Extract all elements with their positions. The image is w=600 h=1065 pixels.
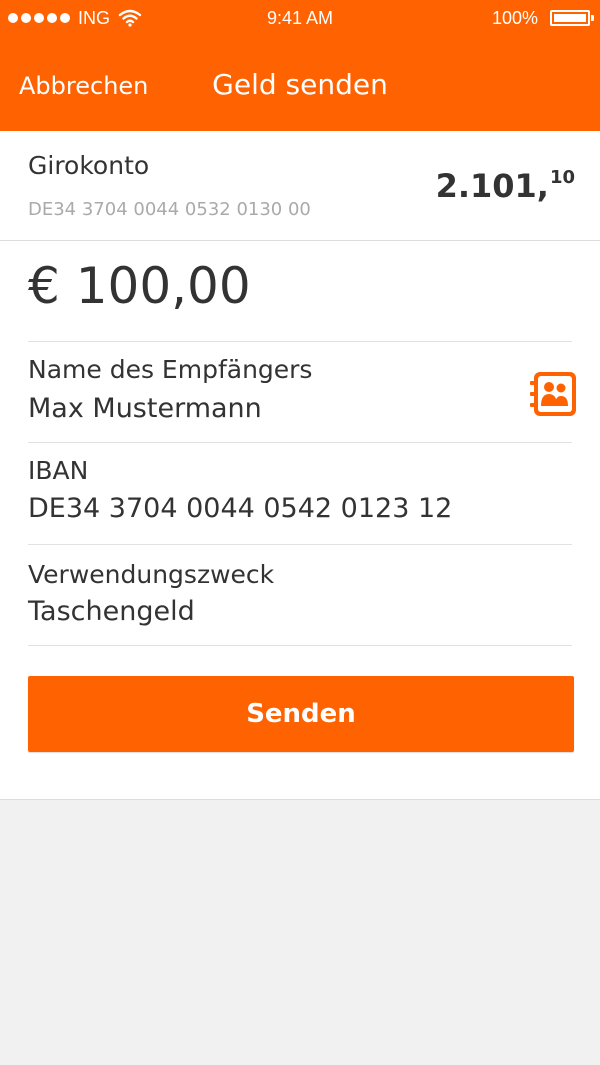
battery-percentage: 100% bbox=[491, 7, 538, 28]
navigation-bar: Abbrechen Geld senden bbox=[0, 60, 600, 114]
send-button[interactable]: Senden bbox=[28, 676, 574, 752]
divider bbox=[28, 341, 572, 342]
recipient-label: Name des Empfängers bbox=[28, 355, 313, 384]
transfer-form: Girokonto DE34 3704 0044 0532 0130 00 2.… bbox=[0, 131, 600, 800]
account-balance: 2.101,10 bbox=[436, 167, 575, 205]
battery-icon bbox=[550, 10, 594, 26]
iban-field[interactable]: DE34 3704 0044 0542 0123 12 bbox=[28, 493, 452, 524]
divider bbox=[28, 544, 572, 545]
balance-main: 2.101, bbox=[435, 167, 549, 205]
purpose-label: Verwendungszweck bbox=[28, 560, 275, 589]
purpose-field[interactable]: Taschengeld bbox=[28, 596, 195, 627]
divider bbox=[28, 645, 572, 646]
balance-cents: 10 bbox=[549, 167, 575, 188]
app-header: ING 9:41 AM 100% Abbrechen Geld senden bbox=[0, 0, 600, 131]
contacts-button[interactable] bbox=[530, 370, 578, 418]
page-title: Geld senden bbox=[212, 68, 388, 101]
status-right: 100% bbox=[491, 7, 594, 29]
contacts-book-icon bbox=[530, 372, 576, 416]
source-account[interactable]: Girokonto DE34 3704 0044 0532 0130 00 2.… bbox=[0, 131, 600, 241]
account-iban: DE34 3704 0044 0532 0130 00 bbox=[28, 199, 311, 220]
recipient-field[interactable]: Max Mustermann bbox=[28, 393, 262, 424]
amount-field[interactable]: € 100,00 bbox=[28, 257, 251, 315]
iban-label: IBAN bbox=[28, 456, 89, 485]
divider bbox=[28, 442, 572, 443]
status-bar: ING 9:41 AM 100% bbox=[0, 0, 600, 36]
account-name: Girokonto bbox=[28, 151, 150, 180]
